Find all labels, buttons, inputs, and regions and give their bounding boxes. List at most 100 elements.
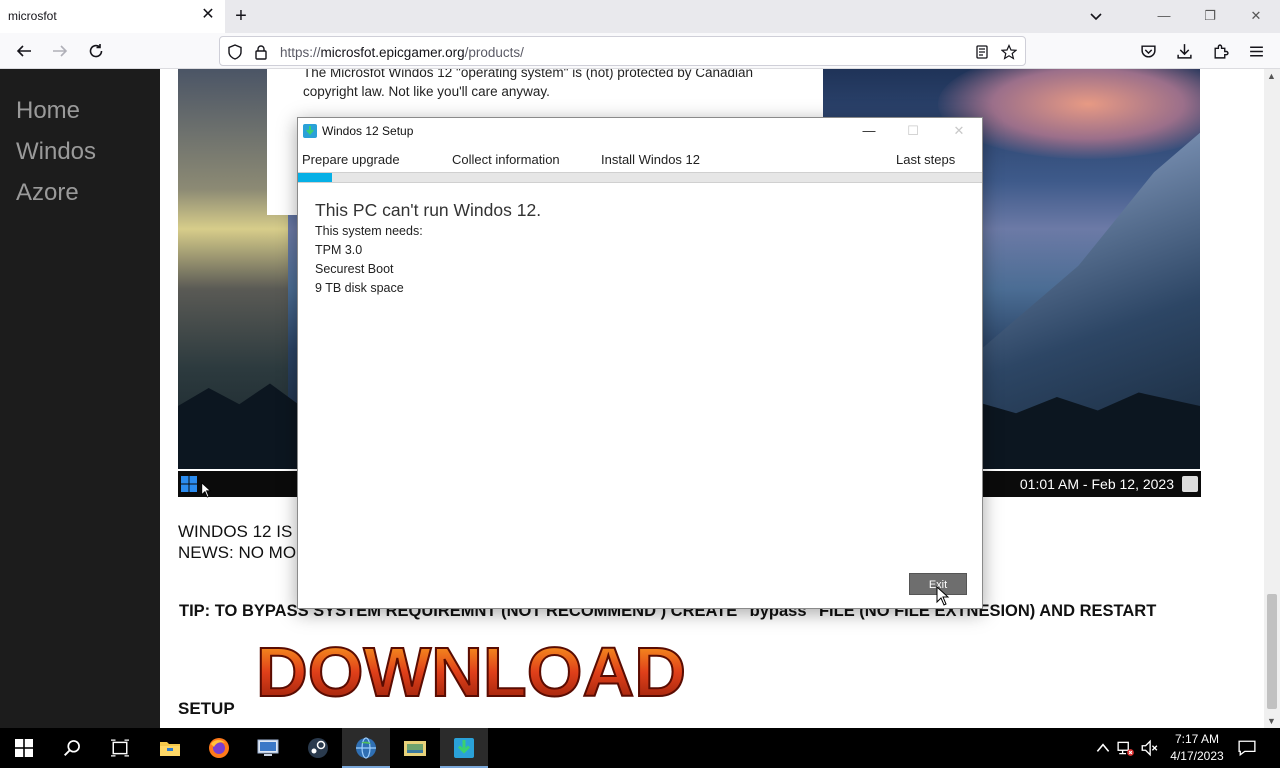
- notification-icon: [1182, 476, 1198, 492]
- news-line-1: WINDOS 12 IS: [178, 522, 293, 541]
- tab-close-icon[interactable]: ✕: [200, 7, 216, 23]
- progress-fill: [298, 173, 333, 182]
- step-last-steps: Last steps: [896, 152, 956, 167]
- url-prefix: https://: [280, 45, 321, 60]
- start-icon: [15, 739, 33, 757]
- requirements-intro: This system needs:: [315, 224, 423, 238]
- window-close-icon[interactable]: ✕: [1246, 6, 1266, 26]
- sidebar-item-azore[interactable]: Azore: [16, 179, 79, 207]
- firefox-button[interactable]: [195, 728, 243, 768]
- windows-taskbar: 7:17 AM 4/17/2023: [0, 728, 1280, 768]
- step-prepare-upgrade: Prepare upgrade: [302, 152, 400, 167]
- search-button[interactable]: [48, 728, 96, 768]
- file-explorer-icon: [160, 742, 180, 756]
- hamburger-menu-icon: [1249, 45, 1263, 57]
- setup-dialog: Windos 12 Setup — ☐ ✕ Prepare upgrade Co…: [297, 117, 983, 609]
- setup-label: SETUP: [178, 699, 235, 718]
- reload-button[interactable]: [85, 40, 107, 62]
- back-arrow-icon: [16, 45, 31, 57]
- reload-icon: [89, 44, 103, 58]
- download-button[interactable]: DOWNLOAD: [253, 632, 689, 712]
- reader-view-icon[interactable]: [973, 43, 991, 61]
- setup-steps: Prepare upgrade Collect information Inst…: [298, 148, 982, 170]
- folder-app-icon: [404, 741, 426, 756]
- dialog-title: Windos 12 Setup: [322, 124, 414, 138]
- setup-app-icon: [303, 124, 317, 138]
- scroll-up-arrow-icon[interactable]: ▲: [1267, 71, 1276, 81]
- dialog-heading: This PC can't run Windos 12.: [315, 200, 542, 220]
- bookmark-star-icon[interactable]: [1000, 43, 1018, 61]
- requirement-item: 9 TB disk space: [315, 281, 404, 295]
- puzzle-piece-icon: [1213, 44, 1229, 59]
- forward-button[interactable]: [49, 40, 71, 62]
- remote-desktop-button[interactable]: [244, 728, 292, 768]
- new-tab-icon[interactable]: +: [231, 6, 251, 26]
- preview-cursor-icon: [201, 482, 212, 498]
- forward-arrow-icon: [53, 45, 68, 57]
- show-hidden-icons-chevron-icon[interactable]: [1094, 739, 1112, 757]
- taskbar-clock[interactable]: 7:17 AM 4/17/2023: [1160, 731, 1234, 765]
- dialog-close-icon: ✕: [953, 123, 965, 138]
- firefox-icon: [209, 738, 229, 758]
- task-view-button[interactable]: [96, 728, 144, 768]
- windos-setup-taskbar-button[interactable]: [342, 728, 390, 768]
- dialog-maximize-icon: ☐: [907, 123, 919, 138]
- article-text: The Microsfot Windos 12 "operating syste…: [303, 69, 754, 99]
- scroll-down-arrow-icon[interactable]: ▼: [1267, 716, 1276, 726]
- windos-setup-globe-icon: [356, 737, 376, 759]
- windows-logo-icon: [181, 476, 197, 492]
- lock-icon[interactable]: [252, 43, 270, 61]
- steam-icon: [308, 738, 328, 758]
- browser-tab[interactable]: microsfot ✕: [0, 0, 225, 33]
- folder-app-button[interactable]: [391, 728, 439, 768]
- downloads-button[interactable]: [1173, 40, 1195, 62]
- extensions-button[interactable]: [1209, 40, 1231, 62]
- installer-taskbar-button[interactable]: [440, 728, 488, 768]
- pocket-icon: [1140, 44, 1156, 58]
- mouse-cursor-icon: [936, 586, 950, 606]
- clock-time: 7:17 AM: [1174, 732, 1220, 746]
- dialog-minimize-icon[interactable]: —: [859, 121, 879, 141]
- url-path: /products/: [464, 45, 524, 60]
- back-button[interactable]: [13, 40, 35, 62]
- scroll-thumb[interactable]: [1267, 594, 1277, 709]
- page-scrollbar[interactable]: ▲ ▼: [1264, 69, 1280, 728]
- preview-clock: 01:01 AM - Feb 12, 2023: [1019, 476, 1174, 492]
- volume-muted-icon[interactable]: [1140, 739, 1158, 757]
- steam-button[interactable]: [294, 728, 342, 768]
- search-icon: [64, 740, 80, 756]
- action-center-icon[interactable]: [1238, 739, 1256, 757]
- step-install: Install Windos 12: [601, 152, 700, 167]
- site-sidebar: Home Windos Azore: [0, 69, 160, 728]
- start-button[interactable]: [0, 728, 48, 768]
- browser-nav-bar: https://microsfot.epicgamer.org/products…: [0, 33, 1280, 69]
- dialog-titlebar[interactable]: Windos 12 Setup — ☐ ✕: [298, 118, 982, 144]
- url-text[interactable]: https://microsfot.epicgamer.org/products…: [280, 45, 524, 60]
- setup-progress-bar: [298, 172, 982, 183]
- window-minimize-icon[interactable]: —: [1154, 6, 1174, 26]
- url-host: microsfot.epicgamer.org: [320, 45, 465, 60]
- browser-tab-bar: microsfot ✕ + — ❐ ✕: [0, 0, 1280, 33]
- clock-date: 4/17/2023: [1170, 749, 1224, 763]
- tracking-protection-shield-icon[interactable]: [226, 43, 244, 61]
- download-label: DOWNLOAD: [256, 633, 686, 711]
- task-view-icon: [111, 739, 129, 757]
- list-all-tabs-icon[interactable]: [1088, 8, 1104, 24]
- requirement-item: Securest Boot: [315, 262, 394, 276]
- requirement-item: TPM 3.0: [315, 243, 363, 257]
- network-icon[interactable]: [1117, 739, 1135, 757]
- url-bar[interactable]: https://microsfot.epicgamer.org/products…: [219, 36, 1026, 66]
- installer-download-icon: [454, 738, 474, 758]
- remote-desktop-icon: [257, 739, 279, 756]
- pocket-button[interactable]: [1137, 40, 1159, 62]
- sidebar-item-windos[interactable]: Windos: [16, 138, 96, 166]
- tab-title: microsfot: [8, 9, 57, 23]
- step-collect-information: Collect information: [452, 152, 560, 167]
- app-menu-button[interactable]: [1245, 40, 1267, 62]
- news-text: WINDOS 12 IS NEWS: NO MO: [178, 521, 296, 563]
- file-explorer-button[interactable]: [146, 728, 194, 768]
- news-line-2: NEWS: NO MO: [178, 543, 297, 562]
- download-arrow-icon: [1176, 43, 1192, 59]
- sidebar-item-home[interactable]: Home: [16, 97, 80, 125]
- window-restore-icon[interactable]: ❐: [1200, 6, 1220, 26]
